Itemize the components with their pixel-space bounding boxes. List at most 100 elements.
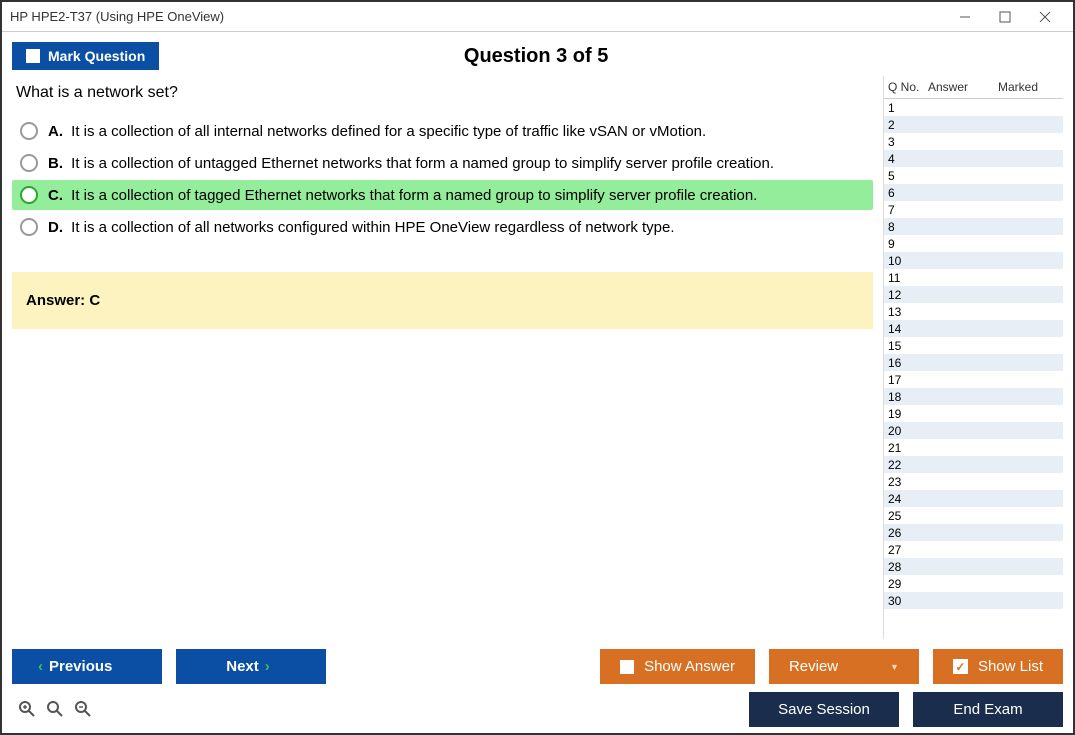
question-row[interactable]: 22: [884, 456, 1063, 473]
question-number: 9: [888, 237, 928, 251]
minimize-icon: [959, 11, 971, 23]
question-row[interactable]: 11: [884, 269, 1063, 286]
titlebar: HP HPE2-T37 (Using HPE OneView): [2, 2, 1073, 32]
top-row: Mark Question Question 3 of 5: [2, 32, 1073, 76]
minimize-button[interactable]: [945, 3, 985, 31]
question-row[interactable]: 6: [884, 184, 1063, 201]
col-marked: Marked: [998, 80, 1063, 94]
question-number: 8: [888, 220, 928, 234]
question-list-header: Q No. Answer Marked: [884, 76, 1063, 99]
question-number: 17: [888, 373, 928, 387]
zoom-out-button[interactable]: [72, 698, 94, 720]
question-number: 12: [888, 288, 928, 302]
radio-icon[interactable]: [20, 122, 38, 140]
question-row[interactable]: 17: [884, 371, 1063, 388]
question-row[interactable]: 2: [884, 116, 1063, 133]
zoom-reset-button[interactable]: [44, 698, 66, 720]
close-button[interactable]: [1025, 3, 1065, 31]
question-row[interactable]: 27: [884, 541, 1063, 558]
question-row[interactable]: 8: [884, 218, 1063, 235]
col-qno: Q No.: [888, 80, 928, 94]
footer: ‹ Previous Next › Show Answer Review ▼ ✓…: [2, 639, 1073, 733]
show-list-label: Show List: [978, 658, 1043, 675]
question-row[interactable]: 15: [884, 337, 1063, 354]
question-row[interactable]: 9: [884, 235, 1063, 252]
checkbox-icon: [26, 49, 40, 63]
question-heading-wrap: Question 3 of 5: [159, 45, 913, 68]
question-row[interactable]: 14: [884, 320, 1063, 337]
zoom-controls: [12, 698, 94, 722]
checked-icon: ✓: [953, 659, 968, 674]
next-label: Next: [226, 658, 259, 675]
question-number: 10: [888, 254, 928, 268]
app-window: HP HPE2-T37 (Using HPE OneView) Mark Que…: [0, 0, 1075, 735]
save-session-button[interactable]: Save Session: [749, 692, 899, 727]
question-row[interactable]: 24: [884, 490, 1063, 507]
option-a[interactable]: A. It is a collection of all internal ne…: [12, 116, 873, 146]
next-button[interactable]: Next ›: [176, 649, 326, 684]
review-button[interactable]: Review ▼: [769, 649, 919, 684]
question-row[interactable]: 25: [884, 507, 1063, 524]
question-row[interactable]: 19: [884, 405, 1063, 422]
question-row[interactable]: 28: [884, 558, 1063, 575]
show-list-button[interactable]: ✓ Show List: [933, 649, 1063, 684]
question-row[interactable]: 5: [884, 167, 1063, 184]
question-number: 21: [888, 441, 928, 455]
question-list-body[interactable]: 1234567891011121314151617181920212223242…: [884, 99, 1063, 639]
question-row[interactable]: 29: [884, 575, 1063, 592]
question-row[interactable]: 10: [884, 252, 1063, 269]
chevron-down-icon: ▼: [890, 662, 899, 672]
question-number: 6: [888, 186, 928, 200]
question-row[interactable]: 16: [884, 354, 1063, 371]
maximize-icon: [999, 11, 1011, 23]
question-number: 24: [888, 492, 928, 506]
question-number: 18: [888, 390, 928, 404]
button-row-1: ‹ Previous Next › Show Answer Review ▼ ✓…: [12, 649, 1063, 684]
previous-button[interactable]: ‹ Previous: [12, 649, 162, 684]
zoom-in-button[interactable]: [16, 698, 38, 720]
question-row[interactable]: 7: [884, 201, 1063, 218]
question-number: 15: [888, 339, 928, 353]
option-text: C. It is a collection of tagged Ethernet…: [48, 187, 757, 204]
col-answer: Answer: [928, 80, 998, 94]
question-row[interactable]: 20: [884, 422, 1063, 439]
option-text: A. It is a collection of all internal ne…: [48, 123, 706, 140]
previous-label: Previous: [49, 658, 112, 675]
question-row[interactable]: 3: [884, 133, 1063, 150]
mark-question-button[interactable]: Mark Question: [12, 42, 159, 70]
question-number: 22: [888, 458, 928, 472]
question-row[interactable]: 18: [884, 388, 1063, 405]
option-c[interactable]: C. It is a collection of tagged Ethernet…: [12, 180, 873, 210]
radio-icon[interactable]: [20, 186, 38, 204]
question-number: 5: [888, 169, 928, 183]
zoom-out-icon: [74, 700, 92, 718]
question-number: 13: [888, 305, 928, 319]
option-d[interactable]: D. It is a collection of all networks co…: [12, 212, 873, 242]
question-row[interactable]: 13: [884, 303, 1063, 320]
question-row[interactable]: 12: [884, 286, 1063, 303]
question-row[interactable]: 30: [884, 592, 1063, 609]
zoom-icon: [46, 700, 64, 718]
question-number: 4: [888, 152, 928, 166]
maximize-button[interactable]: [985, 3, 1025, 31]
question-row[interactable]: 4: [884, 150, 1063, 167]
radio-icon[interactable]: [20, 154, 38, 172]
question-row[interactable]: 26: [884, 524, 1063, 541]
question-number: 30: [888, 594, 928, 608]
question-number: 2: [888, 118, 928, 132]
end-exam-button[interactable]: End Exam: [913, 692, 1063, 727]
question-number: 20: [888, 424, 928, 438]
checkbox-icon: [620, 660, 634, 674]
question-number: 7: [888, 203, 928, 217]
question-row[interactable]: 21: [884, 439, 1063, 456]
answer-box: Answer: C: [12, 272, 873, 329]
option-b[interactable]: B. It is a collection of untagged Ethern…: [12, 148, 873, 178]
question-number: 29: [888, 577, 928, 591]
question-row[interactable]: 23: [884, 473, 1063, 490]
question-row[interactable]: 1: [884, 99, 1063, 116]
show-answer-button[interactable]: Show Answer: [600, 649, 755, 684]
mark-question-label: Mark Question: [48, 48, 145, 64]
option-text: D. It is a collection of all networks co…: [48, 219, 675, 236]
answer-label: Answer: C: [26, 292, 100, 309]
radio-icon[interactable]: [20, 218, 38, 236]
